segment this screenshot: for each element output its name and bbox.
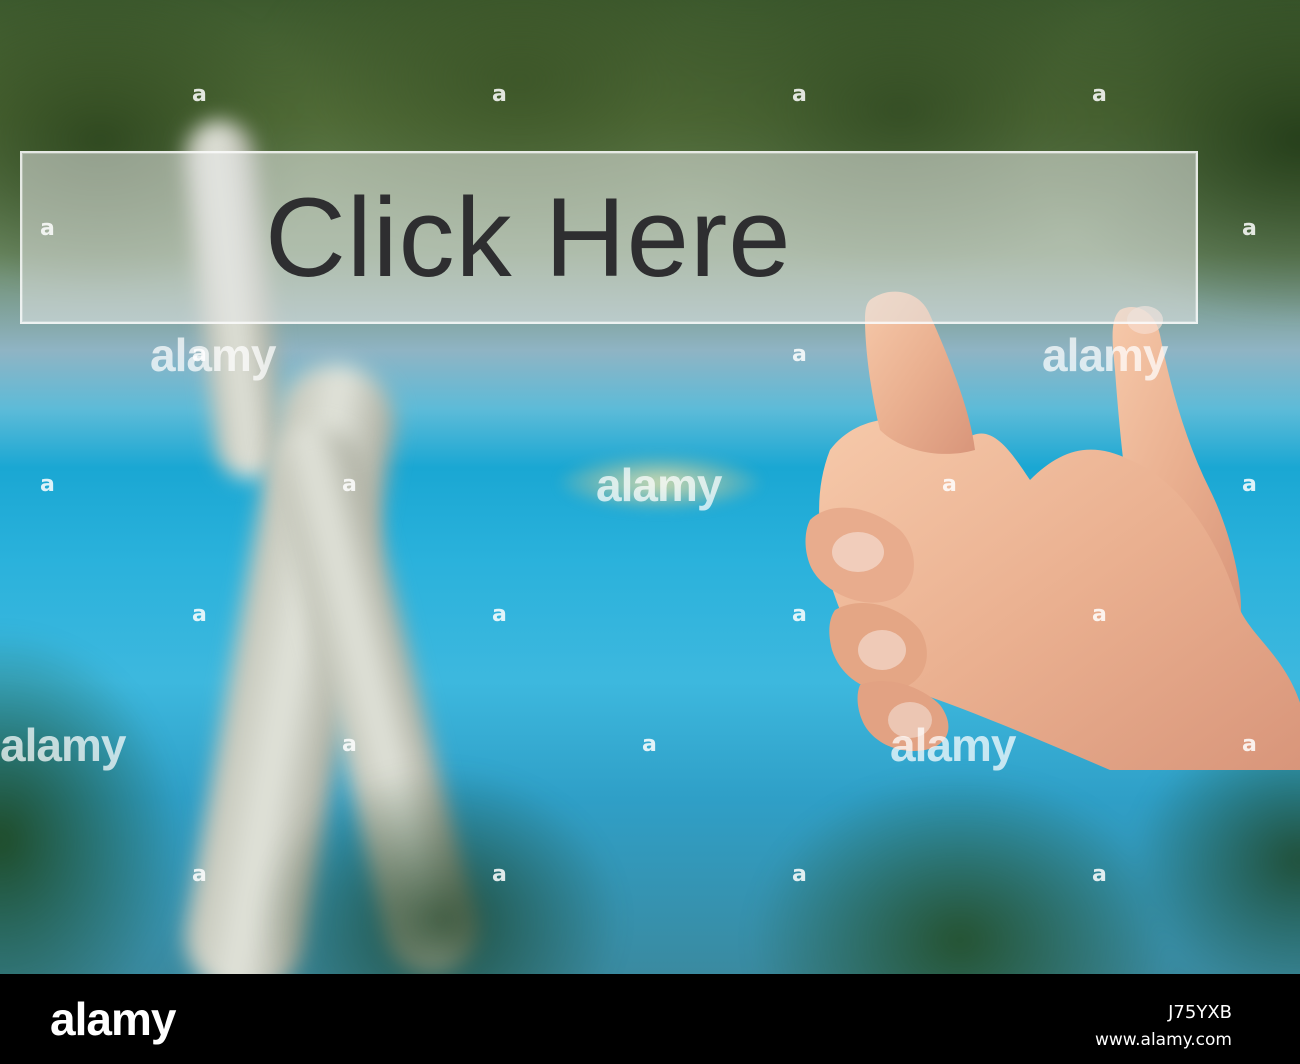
watermark-logo: alamy [596, 459, 722, 511]
click-here-button[interactable]: Click Here [20, 151, 1198, 324]
watermark-mark: a [792, 602, 807, 627]
watermark-mark: a [192, 602, 207, 627]
watermark-mark: a [942, 472, 957, 497]
watermark-logo: alamy [0, 719, 126, 771]
watermark-mark: a [1092, 82, 1107, 107]
footer-bar [0, 974, 1300, 1064]
watermark-mark: a [642, 732, 657, 757]
watermark-mark: a [342, 732, 357, 757]
watermark-mark: a [792, 342, 807, 367]
watermark-mark: a [40, 216, 55, 241]
button-label: Click Here [265, 175, 792, 300]
watermark-mark: a [1092, 862, 1107, 887]
watermark-logo: alamy [150, 329, 276, 381]
footer-logo: alamy [50, 993, 176, 1045]
image-id: J75YXB [1168, 1002, 1232, 1023]
watermark-mark: a [1242, 216, 1257, 241]
watermark-logo: alamy [1042, 329, 1168, 381]
watermark-mark: a [192, 862, 207, 887]
watermark-mark: a [40, 472, 55, 497]
watermark-mark: a [492, 82, 507, 107]
watermark-mark: a [492, 862, 507, 887]
watermark-mark: a [192, 82, 207, 107]
site-url[interactable]: www.alamy.com [1095, 1030, 1232, 1050]
watermark-mark: a [1242, 732, 1257, 757]
watermark-mark: a [792, 82, 807, 107]
watermark-mark: a [1092, 602, 1107, 627]
watermark-mark: a [1242, 472, 1257, 497]
watermark-mark: a [342, 472, 357, 497]
watermark-mark: a [792, 862, 807, 887]
watermark-mark: a [492, 602, 507, 627]
watermark-logo: alamy [890, 719, 1016, 771]
